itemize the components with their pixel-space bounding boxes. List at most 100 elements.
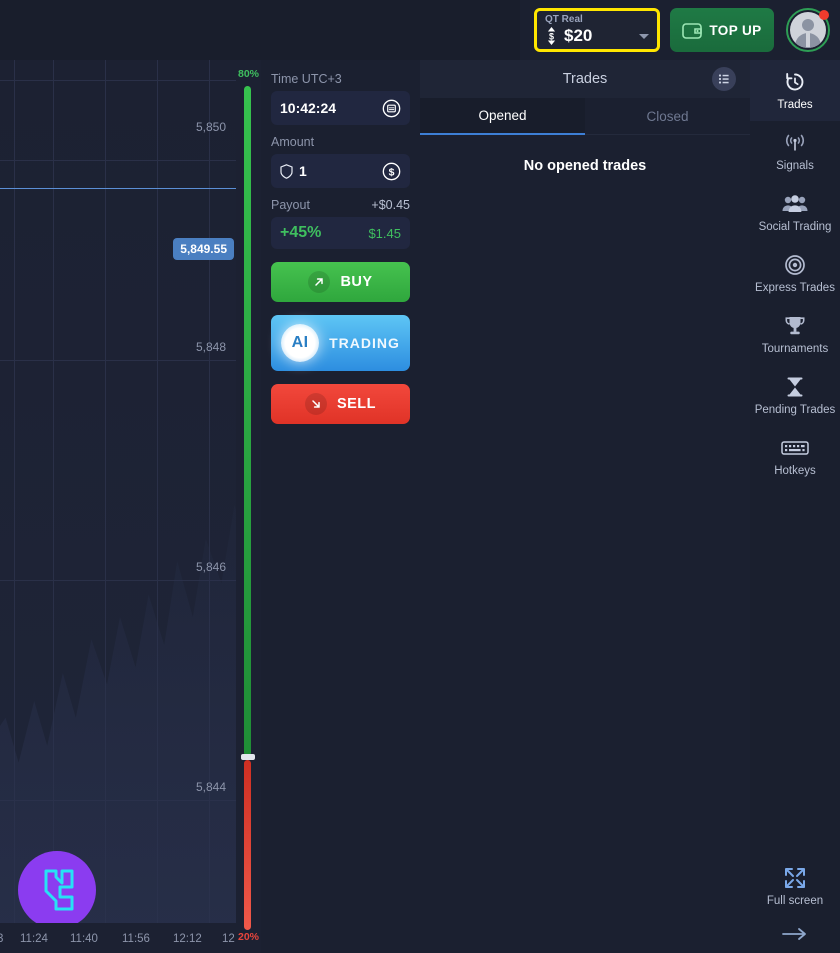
payout-box: +45% $1.45 [271, 217, 410, 249]
payout-row: Payout +$0.45 [271, 198, 410, 212]
trading-platform: QT Real $ $20 TOP UP 5,850 5,848 5,846 5… [0, 0, 840, 953]
updown-dollar-icon: $ [547, 27, 556, 45]
sidebar-label-social-trading: Social Trading [758, 221, 832, 233]
tab-closed[interactable]: Closed [585, 98, 750, 135]
ai-trading-button[interactable]: AI TRADING [271, 315, 410, 371]
trades-title: Trades [562, 71, 608, 87]
arrow-right-icon [782, 928, 806, 940]
expand-icon [750, 865, 840, 891]
sell-button[interactable]: SELL [271, 384, 410, 424]
amount-value: 1 [299, 163, 307, 179]
current-price-badge: 5,849.55 [173, 238, 234, 260]
svg-text:$: $ [389, 167, 395, 178]
people-icon [754, 191, 836, 217]
ai-badge: AI [281, 324, 320, 362]
tab-opened[interactable]: Opened [420, 98, 585, 135]
sidebar-item-signals[interactable]: Signals [750, 121, 840, 182]
trades-tabs: Opened Closed [420, 98, 750, 135]
amount-input[interactable]: 1 $ [271, 154, 410, 188]
price-axis-label: 5,844 [195, 780, 226, 794]
ai-trading-label: TRADING [329, 335, 400, 351]
target-icon [754, 252, 836, 278]
time-axis-label: 12 [222, 933, 235, 945]
payout-percent: +45% [280, 224, 322, 241]
right-sidebar: Trades Signals Social Trading Express Tr… [750, 60, 840, 953]
payout-amount: $1.45 [368, 225, 401, 241]
trades-panel: Trades Opened Closed No opened trades [420, 60, 750, 953]
top-up-button[interactable]: TOP UP [670, 8, 774, 52]
price-axis-label: 5,846 [195, 560, 226, 574]
sidebar-label-pending-trades: Pending Trades [754, 404, 836, 416]
arrow-up-right-icon [308, 271, 331, 293]
payout-delta: +$0.45 [371, 198, 410, 212]
calendar-icon[interactable] [382, 99, 401, 118]
sidebar-item-tournaments[interactable]: Tournaments [750, 304, 840, 365]
shield-icon [280, 163, 293, 179]
slider-bottom-percent: 20% [237, 931, 259, 943]
sidebar-item-social-trading[interactable]: Social Trading [750, 182, 840, 243]
price-axis-label: 5,850 [195, 120, 226, 134]
platform-logo [18, 851, 96, 929]
hourglass-icon [754, 374, 836, 400]
fullscreen-button[interactable]: Full screen [750, 865, 840, 908]
sell-label: SELL [336, 396, 377, 412]
grid-line-horizontal [0, 160, 236, 161]
grid-line-horizontal [0, 80, 236, 81]
time-axis-label: 12:12 [173, 933, 202, 945]
current-price-line [0, 188, 236, 189]
slider-top-percent: 80% [237, 68, 259, 80]
slider-red-track[interactable] [244, 760, 251, 930]
account-selector[interactable]: QT Real $ $20 [534, 8, 660, 52]
time-input[interactable]: 10:42:24 [271, 91, 410, 125]
sidebar-label-tournaments: Tournaments [761, 343, 829, 355]
logo-mark-icon [44, 869, 74, 911]
list-icon[interactable] [712, 67, 736, 91]
trophy-icon [754, 313, 836, 339]
svg-text:$: $ [549, 32, 554, 42]
sidebar-item-express-trades[interactable]: Express Trades [750, 243, 840, 304]
time-axis-label: 11:56 [122, 933, 150, 945]
account-balance-row: $ $20 [545, 26, 649, 46]
collapse-sidebar-button[interactable] [750, 927, 840, 946]
account-type-label: QT Real [545, 14, 583, 25]
top-up-label: TOP UP [709, 22, 762, 38]
time-axis: 3 11:24 11:40 11:56 12:12 12 [0, 923, 236, 953]
avatar-tie [806, 33, 810, 47]
antenna-icon [754, 130, 836, 156]
time-field-label: Time UTC+3 [271, 72, 342, 86]
account-balance: $20 [564, 26, 593, 45]
history-clock-icon [754, 69, 836, 95]
slider-green-track[interactable] [244, 86, 251, 756]
avatar[interactable] [786, 8, 830, 52]
sidebar-label-express-trades: Express Trades [755, 282, 835, 294]
keyboard-icon [754, 435, 836, 461]
wallet-icon [682, 22, 703, 39]
trade-panel: Time UTC+3 10:42:24 Amount 1 $ Payout +$… [261, 60, 420, 953]
buy-label: BUY [340, 274, 373, 290]
buy-button[interactable]: BUY [271, 262, 410, 302]
time-value: 10:42:24 [280, 100, 337, 116]
time-axis-label: 3 [0, 933, 4, 945]
trades-header: Trades [420, 60, 750, 98]
payout-label: Payout [271, 198, 310, 212]
price-chart[interactable]: 5,850 5,848 5,846 5,844 5,849.55 3 11:24… [0, 60, 236, 953]
sidebar-item-trades[interactable]: Trades [750, 60, 840, 121]
chevron-down-icon[interactable] [639, 33, 649, 39]
time-axis-label: 11:40 [70, 933, 98, 945]
sidebar-label-trades: Trades [777, 99, 813, 111]
arrow-down-right-icon [304, 393, 327, 415]
trades-empty-message: No opened trades [523, 158, 647, 174]
top-bar: QT Real $ $20 TOP UP [0, 0, 840, 60]
avatar-head [802, 19, 814, 31]
sidebar-label-signals: Signals [776, 160, 814, 172]
payout-slider[interactable]: 80% 20% [236, 60, 261, 953]
grid-line-horizontal [0, 360, 236, 361]
sidebar-item-hotkeys[interactable]: Hotkeys [750, 426, 840, 487]
notification-dot [819, 10, 829, 20]
sidebar-item-pending-trades[interactable]: Pending Trades [750, 365, 840, 426]
sidebar-label-hotkeys: Hotkeys [774, 465, 816, 477]
time-axis-label: 11:24 [20, 933, 48, 945]
amount-field-label: Amount [271, 135, 315, 149]
price-axis-label: 5,848 [195, 340, 226, 354]
dollar-circle-icon[interactable]: $ [382, 162, 401, 181]
